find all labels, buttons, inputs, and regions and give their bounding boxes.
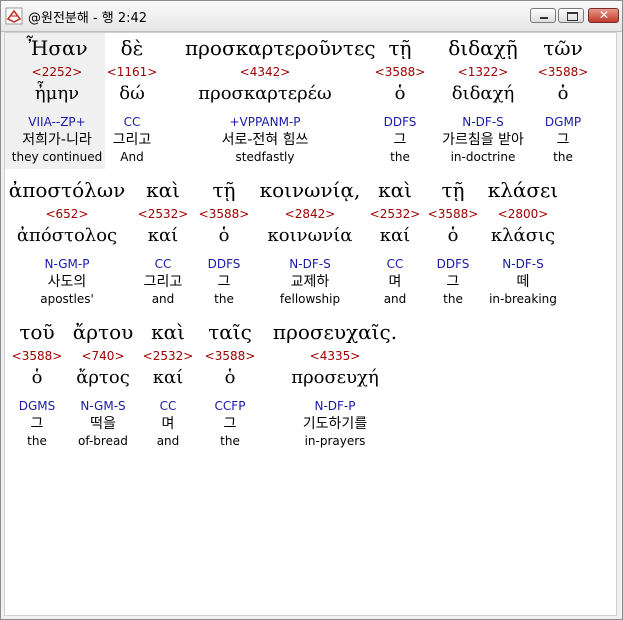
lexical-form: προσευχή — [291, 367, 379, 388]
greek-text-word: τῶν — [543, 36, 583, 60]
window-title: @원전분해 - 행 2:42 — [28, 11, 148, 26]
minimize-button[interactable] — [530, 8, 556, 23]
english-gloss: in-prayers — [304, 434, 366, 448]
app-window: @원전분해 - 행 2:42 ✕ Ἦσαν <2252> ἦμην VIIA--ZP+… — [0, 0, 623, 620]
strongs-number: <4335> — [309, 349, 361, 363]
lexical-form: κλάσις — [490, 225, 556, 246]
title-bar[interactable]: @원전분해 - 행 2:42 ✕ — [1, 1, 622, 32]
close-icon: ✕ — [599, 8, 610, 22]
strongs-number: <2800> — [497, 207, 549, 221]
maximize-icon — [567, 12, 578, 21]
greek-text-word: προσευχαῖς. — [272, 320, 398, 344]
strongs-number: <3588> — [537, 65, 589, 79]
bible-app-icon — [5, 7, 23, 25]
greek-text-word: κλάσει — [487, 178, 559, 202]
minimize-icon — [540, 17, 548, 19]
interlinear-view[interactable]: Ἦσαν <2252> ἦμην VIIA--ZP+ 저희가-니라 they contin… — [4, 32, 617, 616]
parsing-code: N-DF-P — [314, 399, 356, 413]
korean-gloss: 떼 — [516, 274, 530, 290]
parsing-code: N-DF-S — [502, 257, 544, 271]
english-gloss: the — [553, 150, 573, 164]
korean-gloss: 기도하기를 — [302, 416, 368, 432]
parsing-code: DGMP — [544, 115, 582, 129]
english-gloss: in-breaking — [489, 292, 557, 306]
close-button[interactable]: ✕ — [588, 8, 619, 23]
korean-gloss: 그 — [556, 132, 570, 148]
maximize-button[interactable] — [558, 8, 584, 23]
lexical-form: ὁ — [557, 83, 569, 104]
